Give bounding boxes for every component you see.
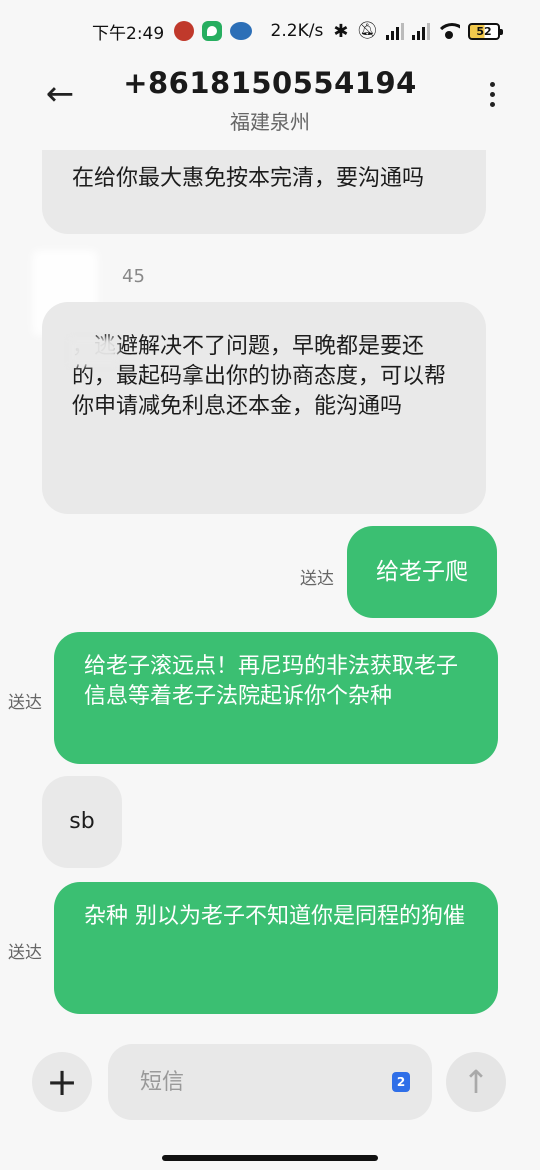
sent-message[interactable]: 杂种 别以为老子不知道你是同程的狗催: [54, 882, 498, 1014]
home-indicator[interactable]: [162, 1155, 378, 1161]
message-input[interactable]: [108, 1044, 432, 1120]
redacted-area: [70, 338, 118, 366]
status-bar: 下午2:49 2.2K/s ✱ 🔕︎ 52: [0, 0, 540, 62]
sent-message[interactable]: 给老子滚远点！再尼玛的非法获取老子信息等着老子法院起诉你个杂种: [54, 632, 498, 764]
app-notification-icon: [230, 22, 253, 40]
contact-location: 福建泉州: [230, 110, 310, 134]
send-button[interactable]: ↑: [446, 1052, 506, 1112]
message-timestamp: 45: [122, 266, 145, 287]
received-message[interactable]: sb: [42, 776, 122, 868]
compose-bar: + 2 ↑: [0, 1040, 540, 1130]
mute-icon: 🔕︎: [356, 21, 378, 41]
signal-icon: [386, 22, 404, 40]
sent-message[interactable]: 给老子爬: [347, 526, 497, 618]
status-right: 2.2K/s ✱ 🔕︎ 52: [270, 20, 503, 42]
wifi-icon: [438, 23, 460, 39]
app-notification-icon: [174, 21, 195, 41]
battery-icon: 52: [468, 22, 503, 40]
delivery-status: 送达: [8, 943, 42, 963]
add-attachment-button[interactable]: +: [32, 1052, 92, 1112]
conversation-header: ← +8618150554194 福建泉州: [0, 62, 540, 142]
contact-phone-number: +8618150554194: [123, 66, 417, 100]
received-message[interactable]: ，逃避解决不了问题，早晚都是要还的，最起码拿出你的协商态度，可以帮你申请减免利息…: [42, 302, 486, 514]
signal-icon: [412, 22, 430, 40]
shield-icon: [202, 21, 223, 41]
delivery-status: 送达: [300, 569, 334, 589]
delivery-status: 送达: [8, 693, 42, 713]
bluetooth-icon: ✱: [333, 20, 349, 42]
more-options-icon[interactable]: [484, 72, 500, 116]
received-message[interactable]: 在给你最大惠免按本完清，要沟通吗: [42, 150, 486, 234]
message-list[interactable]: 在给你最大惠免按本完清，要沟通吗 45 ，逃避解决不了问题，早晚都是要还的，最起…: [0, 150, 540, 1030]
status-time: 下午2:49: [92, 23, 165, 44]
sim-card-icon[interactable]: 2: [392, 1072, 410, 1092]
network-speed: 2.2K/s: [270, 21, 324, 41]
